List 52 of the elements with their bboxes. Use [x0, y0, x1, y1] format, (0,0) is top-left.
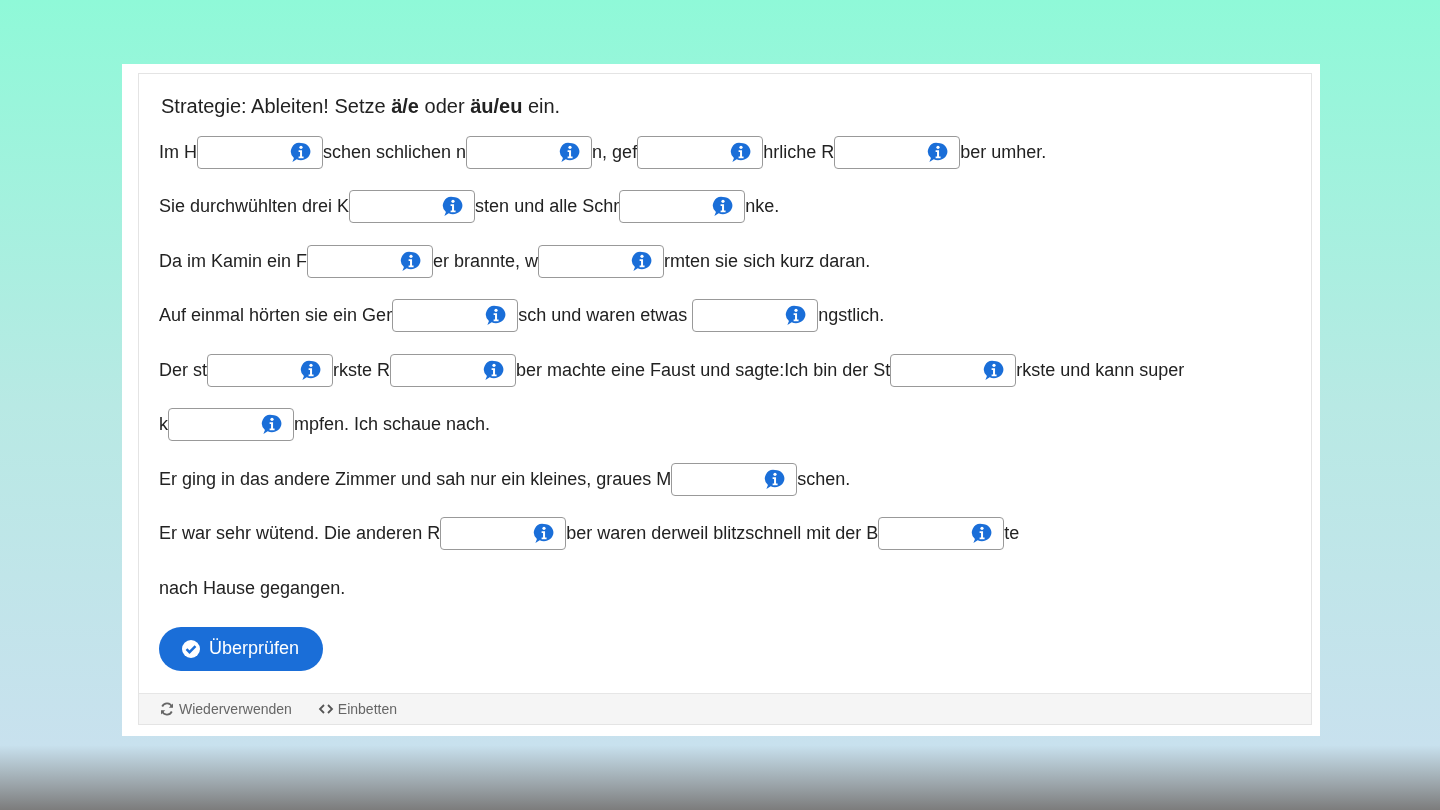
blank-field[interactable]	[390, 353, 517, 387]
sentence-text: schen schlichen n	[323, 141, 467, 163]
sentence-text: er brannte, w	[433, 250, 539, 272]
embed-link[interactable]: Einbetten	[317, 701, 397, 717]
sentence-text: te	[1004, 523, 1020, 544]
blank-field[interactable]	[671, 462, 798, 496]
sentence-text: schen.	[797, 468, 851, 490]
blank-field[interactable]	[538, 244, 665, 278]
reuse-link[interactable]: Wiederverwenden	[159, 701, 292, 717]
blank-field[interactable]	[619, 190, 746, 223]
sentence-text: ngstlich.	[818, 305, 885, 326]
check-button[interactable]: Überprüfen	[159, 626, 324, 671]
sentence-text: Er ging in das andere Zimmer und sah nur ein kleines, graues M	[159, 468, 672, 490]
blank-field[interactable]	[890, 353, 1017, 387]
sentence-text: Er war sehr wütend. Die anderen R	[159, 523, 441, 544]
blank-field[interactable]	[392, 299, 519, 332]
sentence-text: Da im Kamin ein F	[159, 250, 308, 272]
blank-field[interactable]	[466, 135, 593, 169]
sentence-text: mpfen. Ich schaue nach.	[294, 414, 491, 435]
blank-field[interactable]	[207, 353, 333, 387]
blank-field[interactable]	[637, 135, 764, 169]
sentence-text: nke.	[745, 196, 780, 217]
sentence-text: k	[159, 414, 168, 435]
info-icon[interactable]	[260, 414, 284, 435]
info-icon[interactable]	[289, 141, 313, 163]
sentence-text: rmten sie sich kurz daran.	[664, 250, 871, 272]
sentence-text: ber waren derweil blitzschnell mit der B	[566, 523, 879, 544]
blank-field[interactable]	[834, 135, 961, 169]
sentence-text: n, gef	[592, 141, 638, 163]
sentence-text: nach Hause gegangen.	[159, 577, 346, 599]
blank-field[interactable]	[307, 244, 434, 278]
blank-field[interactable]	[878, 517, 1005, 550]
instruction-text: Strategie: Ableiten! Setze ä/e oder äu/eu ein.	[161, 94, 561, 118]
sentence-text: ber umher.	[960, 141, 1047, 163]
sentence-text: rkste R	[333, 359, 391, 381]
blank-field[interactable]	[440, 517, 567, 550]
blank-field[interactable]	[692, 299, 819, 332]
blank-field[interactable]	[197, 135, 323, 169]
sentence-text: rkste und kann super	[1016, 359, 1185, 381]
sentence-text: Auf einmal hörten sie ein Ger	[159, 305, 393, 326]
sentence-text: hrliche R	[763, 141, 835, 163]
sentence-text: sten und alle Schr	[475, 196, 620, 217]
sentence-text: ber machte eine Faust und sagte:Ich bin der St	[516, 359, 891, 381]
check-circle-icon	[181, 638, 201, 659]
sentence-text: Im H	[159, 141, 197, 163]
sentence-text: sch und waren etwas	[518, 305, 689, 326]
blank-field[interactable]	[349, 190, 476, 223]
info-icon[interactable]	[299, 359, 323, 381]
sentence-text: Sie durchwühlten drei K	[159, 196, 350, 217]
refresh-icon	[159, 701, 175, 717]
sentence-text: Der st	[159, 359, 207, 381]
blank-field[interactable]	[168, 408, 294, 441]
